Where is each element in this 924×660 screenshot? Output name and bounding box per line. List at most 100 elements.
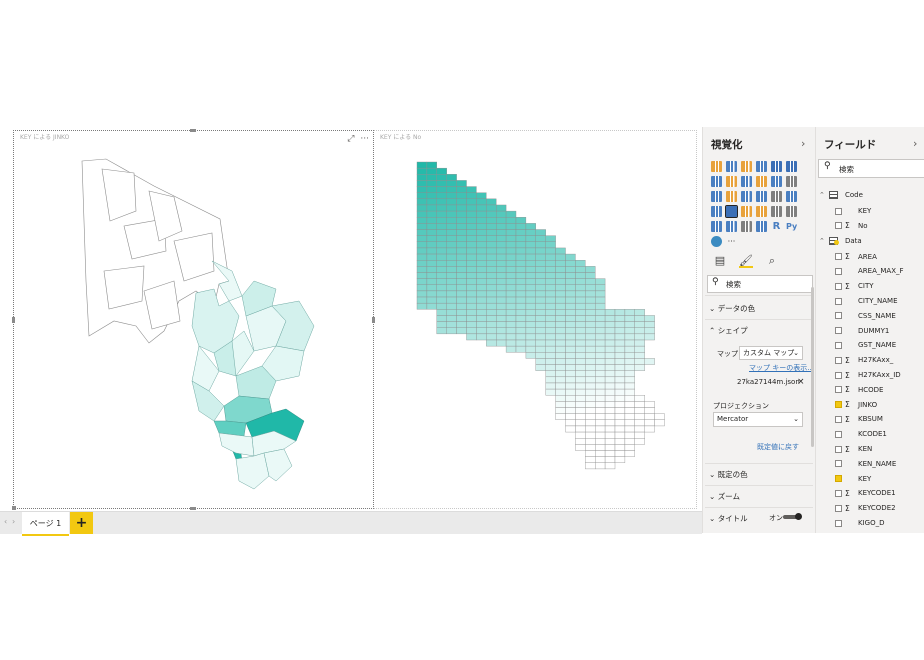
grid-cell[interactable] <box>614 333 626 341</box>
grid-cell[interactable] <box>604 431 616 439</box>
grid-cell[interactable] <box>505 272 517 279</box>
grid-cell[interactable] <box>614 376 626 384</box>
grid-cell[interactable] <box>466 204 477 212</box>
grid-cell[interactable] <box>446 210 457 218</box>
grid-cell[interactable] <box>634 352 645 359</box>
grid-cell[interactable] <box>594 370 606 378</box>
grid-cell[interactable] <box>565 266 576 273</box>
grid-cell[interactable] <box>594 290 606 298</box>
grid-cell[interactable] <box>545 302 556 310</box>
donut-chart-icon[interactable] <box>756 191 767 202</box>
kpi-icon[interactable] <box>711 221 722 232</box>
format-search-input[interactable]: ⚲ 検索 <box>707 275 813 293</box>
field-checkbox[interactable] <box>835 356 842 364</box>
grid-cell[interactable] <box>634 395 645 402</box>
grid-cell[interactable] <box>614 309 626 316</box>
waterfall-icon[interactable] <box>711 191 722 202</box>
grid-cell[interactable] <box>456 309 467 316</box>
grid-cell[interactable] <box>525 315 536 322</box>
grid-cell[interactable] <box>604 376 616 384</box>
field-checkbox[interactable] <box>835 504 842 512</box>
grid-cell[interactable] <box>545 278 556 285</box>
grid-cell[interactable] <box>495 241 507 249</box>
line-chart-icon[interactable] <box>711 176 722 187</box>
field-row[interactable]: AREA_MAX_F <box>816 264 924 278</box>
grid-cell[interactable] <box>604 450 616 457</box>
grid-cell[interactable] <box>594 407 606 414</box>
grid-cell[interactable] <box>525 333 536 341</box>
grid-cell[interactable] <box>575 419 586 427</box>
grid-cell[interactable] <box>535 260 546 267</box>
grid-cell[interactable] <box>486 229 497 236</box>
grid-cell[interactable] <box>594 321 606 328</box>
grid-cell[interactable] <box>585 272 596 279</box>
grid-cell[interactable] <box>614 315 626 322</box>
grid-cell[interactable] <box>545 339 556 347</box>
grid-cell[interactable] <box>505 315 517 322</box>
grid-cell[interactable] <box>505 327 517 335</box>
grid-cell[interactable] <box>525 296 536 304</box>
grid-cell[interactable] <box>466 192 477 200</box>
collapse-chevron-icon[interactable]: ⌃ <box>819 191 825 199</box>
grid-cell[interactable] <box>456 315 467 322</box>
grid-cell[interactable] <box>555 272 566 279</box>
grid-cell[interactable] <box>624 345 635 353</box>
grid-cell[interactable] <box>644 425 655 433</box>
grid-cell[interactable] <box>466 241 477 249</box>
grid-cell[interactable] <box>604 456 616 463</box>
grid-cell[interactable] <box>446 241 457 249</box>
grid-cell[interactable] <box>495 272 507 279</box>
grid-cell[interactable] <box>624 401 635 408</box>
grid-cell[interactable] <box>476 210 487 218</box>
grid-cell[interactable] <box>466 333 477 341</box>
grid-cell[interactable] <box>416 186 428 193</box>
grid-cell[interactable] <box>446 204 457 212</box>
grid-cell[interactable] <box>505 229 517 236</box>
grid-cell[interactable] <box>545 284 556 292</box>
grid-cell[interactable] <box>456 266 467 273</box>
filled-map-icon[interactable] <box>711 206 722 217</box>
grid-cell[interactable] <box>416 253 428 261</box>
add-page-button[interactable]: + <box>70 512 93 534</box>
grid-cell[interactable] <box>575 278 586 285</box>
fields-search-input[interactable]: ⚲ 検索 <box>818 159 924 178</box>
grid-cell[interactable] <box>426 229 438 236</box>
field-checkbox[interactable] <box>835 267 842 275</box>
grid-cell[interactable] <box>555 315 566 322</box>
grid-cell[interactable] <box>466 235 477 242</box>
projection-dropdown[interactable]: Mercator ⌄ <box>713 412 803 427</box>
grid-cell[interactable] <box>555 358 566 365</box>
grid-cell[interactable] <box>466 186 477 193</box>
grid-cell[interactable] <box>604 462 616 470</box>
grid-cell[interactable] <box>446 321 457 328</box>
grid-cell[interactable] <box>486 302 497 310</box>
grid-cell[interactable] <box>515 266 527 273</box>
reset-default-link[interactable]: 既定値に戻す <box>757 442 799 452</box>
grid-cell[interactable] <box>486 266 497 273</box>
grid-cell[interactable] <box>604 345 616 353</box>
field-row[interactable]: KEY <box>816 204 924 218</box>
grid-cell[interactable] <box>446 235 457 242</box>
grid-cell[interactable] <box>476 204 487 212</box>
grid-cell[interactable] <box>466 272 477 279</box>
grid-cell[interactable] <box>575 327 586 335</box>
grid-cell[interactable] <box>476 260 487 267</box>
grid-cell[interactable] <box>575 321 586 328</box>
grid-cell[interactable] <box>525 290 536 298</box>
grid-cell[interactable] <box>634 309 645 316</box>
grid-cell[interactable] <box>594 327 606 335</box>
grid-cell[interactable] <box>525 229 536 236</box>
grid-cell[interactable] <box>446 180 457 187</box>
grid-cell[interactable] <box>565 401 576 408</box>
grid-cell[interactable] <box>585 419 596 427</box>
grid-cell[interactable] <box>525 253 536 261</box>
grid-cell[interactable] <box>486 327 497 335</box>
section-default-colors[interactable]: ⌄ 既定の色 <box>709 469 748 480</box>
grid-cell[interactable] <box>495 284 507 292</box>
grid-cell[interactable] <box>555 345 566 353</box>
field-checkbox[interactable] <box>835 401 842 409</box>
field-row[interactable]: CITY_NAME <box>816 294 924 308</box>
grid-cell[interactable] <box>505 260 517 267</box>
grid-cell[interactable] <box>515 241 527 249</box>
grid-cell[interactable] <box>575 352 586 359</box>
